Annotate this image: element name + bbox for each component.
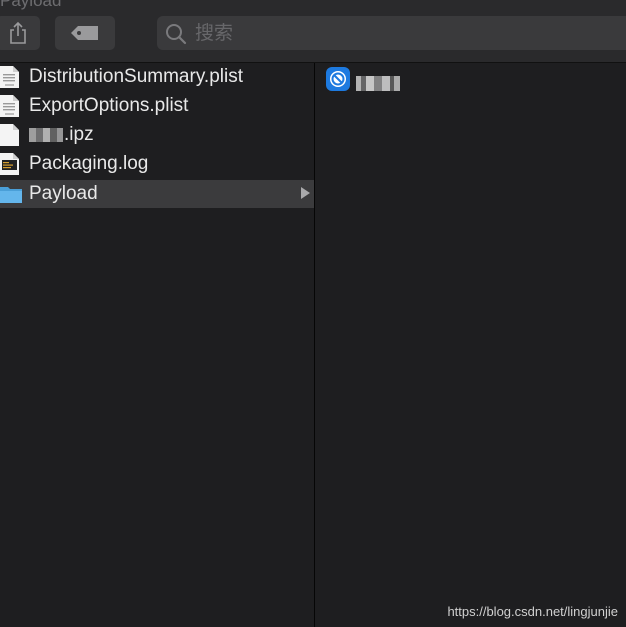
share-icon bbox=[10, 21, 26, 44]
folder-icon bbox=[0, 187, 22, 203]
window-title: Payload bbox=[0, 0, 62, 10]
list-item-label: Packaging.log bbox=[29, 153, 149, 174]
plist-file-icon bbox=[0, 66, 19, 88]
list-item-label: DistributionSummary.plist bbox=[29, 66, 243, 87]
toolbar: Payload bbox=[0, 0, 626, 62]
list-item-label: .ipz bbox=[29, 124, 94, 146]
watermark: https://blog.csdn.net/lingjunjie bbox=[447, 604, 618, 619]
obscured-name bbox=[29, 127, 63, 142]
list-item-ipz[interactable]: .ipz bbox=[0, 121, 314, 149]
list-item-distribution-summary[interactable]: DistributionSummary.plist bbox=[0, 63, 314, 91]
obscured-name bbox=[356, 76, 400, 91]
list-item-label: ExportOptions.plist bbox=[29, 95, 189, 116]
browser-column-1: DistributionSummary.plist ExportOptions.… bbox=[0, 63, 314, 627]
browser-column-2 bbox=[315, 63, 626, 627]
list-item-packaging-log[interactable]: Packaging.log bbox=[0, 150, 314, 178]
tag-button[interactable] bbox=[55, 16, 115, 50]
app-icon bbox=[326, 67, 350, 91]
disclosure-arrow-icon bbox=[301, 187, 310, 199]
list-item-export-options[interactable]: ExportOptions.plist bbox=[0, 92, 314, 120]
list-item-label: Payload bbox=[29, 183, 98, 204]
document-icon bbox=[0, 124, 19, 146]
plist-file-icon bbox=[0, 95, 19, 117]
search-input[interactable] bbox=[193, 16, 617, 52]
list-item-payload[interactable]: Payload bbox=[0, 180, 314, 208]
search-icon bbox=[166, 24, 187, 45]
search-field[interactable] bbox=[157, 16, 626, 52]
share-button[interactable] bbox=[0, 16, 40, 50]
tag-icon bbox=[71, 26, 98, 40]
log-file-icon bbox=[0, 153, 19, 175]
